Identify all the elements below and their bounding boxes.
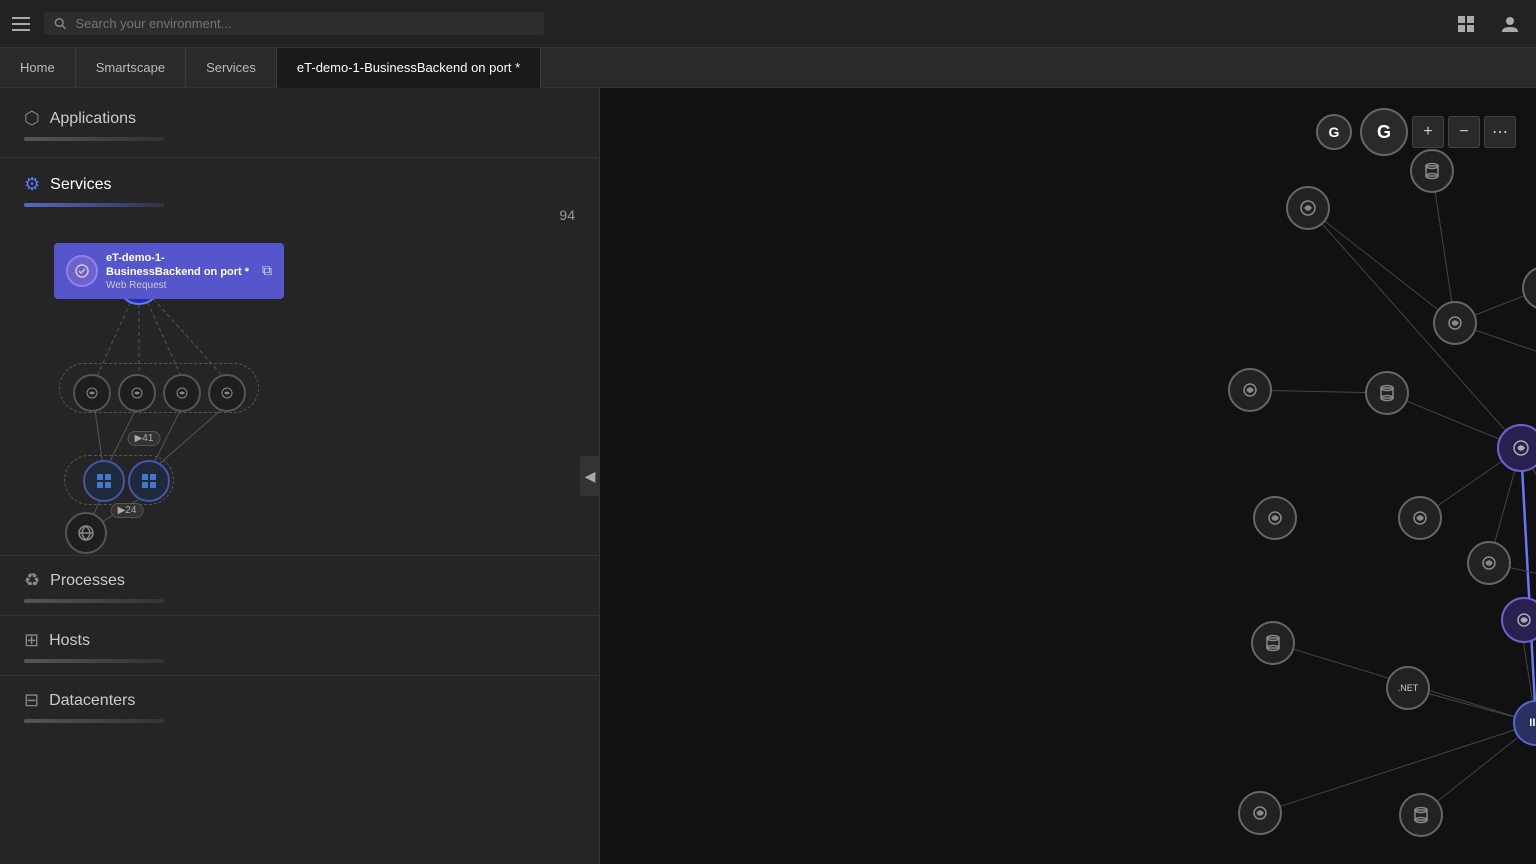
graph-area[interactable]: G G + − ⋯ bbox=[600, 88, 1536, 864]
graph-node-n6[interactable] bbox=[1365, 371, 1409, 415]
sidebar-process-node-2[interactable] bbox=[118, 374, 156, 412]
top-right-icons bbox=[1452, 10, 1524, 38]
graph-node-n11[interactable] bbox=[1398, 496, 1442, 540]
sidebar-process-node-3[interactable] bbox=[163, 374, 201, 412]
hamburger-menu[interactable] bbox=[12, 12, 36, 36]
graph-node-n5[interactable] bbox=[1228, 368, 1272, 412]
sidebar-tooltip-icon bbox=[66, 255, 98, 287]
sidebar-service-tooltip: eT-demo-1-BusinessBackend on port * Web … bbox=[54, 243, 284, 299]
search-icon bbox=[54, 17, 67, 31]
applications-bar bbox=[24, 137, 164, 141]
process-badge: ▶41 bbox=[128, 431, 161, 446]
main-graph-svg bbox=[600, 88, 1536, 864]
graph-node-dotnet[interactable]: .NET bbox=[1386, 666, 1430, 710]
zoom-out-button[interactable]: − bbox=[1448, 116, 1480, 148]
graph-controls: G G + − ⋯ bbox=[1316, 108, 1516, 156]
processes-icon: ♻ bbox=[24, 570, 40, 591]
sidebar: ⬡ Applications ⚙ Services 94 bbox=[0, 88, 600, 864]
main-layout: ⬡ Applications ⚙ Services 94 bbox=[0, 88, 1536, 864]
sidebar-section-hosts[interactable]: ⊞ Hosts bbox=[0, 616, 599, 676]
hosts-label: Hosts bbox=[49, 632, 90, 650]
sidebar-datacenter-node[interactable] bbox=[65, 512, 107, 554]
breadcrumb-current: eT-demo-1-BusinessBackend on port * bbox=[277, 48, 541, 88]
sidebar-section-services[interactable]: ⚙ Services 94 eT-demo-1-BusinessBackend … bbox=[0, 158, 599, 556]
breadcrumb-home[interactable]: Home bbox=[0, 48, 76, 88]
breadcrumb-services[interactable]: Services bbox=[186, 48, 277, 88]
graph-node-n14[interactable] bbox=[1467, 541, 1511, 585]
graph-node-n1[interactable] bbox=[1286, 186, 1330, 230]
graph-node-iis-secondary[interactable]: IIS bbox=[1513, 700, 1536, 746]
datacenters-label: Datacenters bbox=[49, 692, 135, 710]
graph-node-n3[interactable] bbox=[1522, 266, 1536, 310]
user-button[interactable] bbox=[1496, 10, 1524, 38]
graph-node-n10[interactable] bbox=[1497, 424, 1536, 472]
g-circle-1[interactable]: G bbox=[1316, 114, 1352, 150]
breadcrumb-bar: Home Smartscape Services eT-demo-1-Busin… bbox=[0, 48, 1536, 88]
graph-node-n19[interactable] bbox=[1251, 621, 1295, 665]
host-badge: ▶24 bbox=[111, 503, 144, 518]
search-bar[interactable] bbox=[44, 12, 544, 35]
datacenters-icon: ⊟ bbox=[24, 690, 39, 711]
sidebar-tooltip-ext-icon[interactable]: ⧉ bbox=[262, 262, 272, 279]
applications-icon: ⬡ bbox=[24, 108, 40, 129]
g-circle-large[interactable]: G bbox=[1360, 108, 1408, 156]
breadcrumb-smartscape[interactable]: Smartscape bbox=[76, 48, 186, 88]
top-bar bbox=[0, 0, 1536, 48]
hosts-bar bbox=[24, 659, 164, 663]
collapse-sidebar-button[interactable]: ◀ bbox=[580, 456, 600, 496]
windows-button[interactable] bbox=[1452, 10, 1480, 38]
hosts-icon: ⊞ bbox=[24, 630, 39, 651]
sidebar-process-node-1[interactable] bbox=[73, 374, 111, 412]
more-options-button[interactable]: ⋯ bbox=[1484, 116, 1516, 148]
services-icon: ⚙ bbox=[24, 174, 40, 195]
sidebar-host-node-2[interactable] bbox=[128, 460, 170, 502]
processes-bar bbox=[24, 599, 164, 603]
graph-node-n28[interactable] bbox=[1399, 793, 1443, 837]
applications-label: Applications bbox=[50, 110, 136, 128]
graph-node-n4[interactable] bbox=[1433, 301, 1477, 345]
services-label: Services bbox=[50, 176, 111, 194]
services-count: 94 bbox=[24, 207, 575, 223]
sidebar-process-node-4[interactable] bbox=[208, 374, 246, 412]
sidebar-section-datacenters[interactable]: ⊟ Datacenters bbox=[0, 676, 599, 735]
sidebar-tooltip-title: eT-demo-1-BusinessBackend on port * bbox=[106, 251, 254, 280]
datacenters-bar bbox=[24, 719, 164, 723]
graph-node-n27[interactable] bbox=[1238, 791, 1282, 835]
sidebar-host-node-1[interactable] bbox=[83, 460, 125, 502]
graph-node-n18[interactable] bbox=[1501, 597, 1536, 643]
sidebar-section-applications[interactable]: ⬡ Applications bbox=[0, 88, 599, 158]
search-input[interactable] bbox=[75, 16, 534, 31]
sidebar-section-processes[interactable]: ♻ Processes bbox=[0, 556, 599, 616]
sidebar-tooltip-subtitle: Web Request bbox=[106, 280, 254, 291]
graph-node-n12[interactable] bbox=[1253, 496, 1297, 540]
processes-label: Processes bbox=[50, 572, 125, 590]
zoom-in-button[interactable]: + bbox=[1412, 116, 1444, 148]
